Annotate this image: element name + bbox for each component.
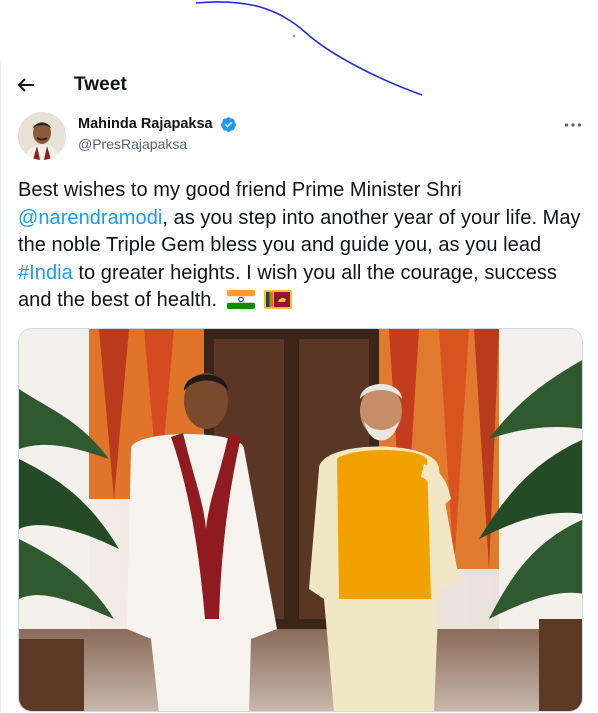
card-left-border — [0, 62, 1, 713]
avatar[interactable] — [18, 112, 66, 160]
mention-link[interactable]: @narendramodi — [18, 207, 162, 229]
tweet-photo[interactable] — [18, 328, 583, 712]
verified-badge-icon — [221, 117, 236, 132]
hashtag-link[interactable]: #India — [18, 262, 73, 284]
user-handle[interactable]: @PresRajapaksa — [78, 136, 187, 152]
arrow-left-icon[interactable] — [14, 73, 38, 97]
page-title: Tweet — [74, 74, 127, 95]
more-horizontal-icon[interactable] — [562, 114, 584, 136]
tweet-text: Best wishes to my good friend Prime Mini… — [18, 177, 588, 315]
display-name[interactable]: Mahinda Rajapaksa — [78, 116, 213, 132]
flag-india-icon — [226, 290, 255, 309]
tweet-author: Mahinda Rajapaksa @PresRajapaksa — [18, 112, 582, 162]
tweet-text-part: Best wishes to my good friend Prime Mini… — [18, 179, 462, 201]
flag-sri-lanka-icon — [264, 290, 293, 309]
tweet-header: Tweet — [0, 62, 598, 106]
